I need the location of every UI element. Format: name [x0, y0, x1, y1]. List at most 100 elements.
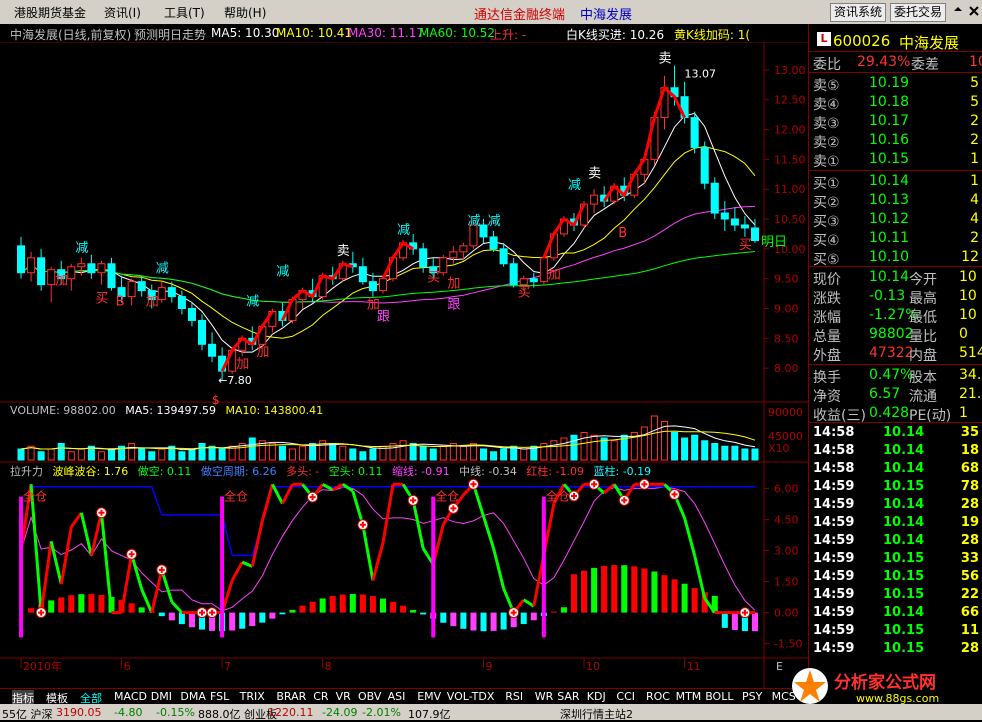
weibi-label: 委比 [813, 57, 841, 73]
tick-row[interactable]: 14:59 10.14 19 [809, 514, 982, 532]
indicator-fast-segment [230, 561, 244, 582]
bid-row[interactable]: 买① 10.14 1 [809, 172, 982, 192]
tick-volume: 33 [960, 551, 979, 566]
indicator-tab-22[interactable]: BOLL [705, 690, 733, 703]
signal-label: 减 [488, 214, 501, 229]
tick-row[interactable]: 14:58 10.14 68 [809, 460, 982, 478]
price-axis: 8.008.509.009.5010.0010.5011.0011.5012.0… [764, 64, 806, 375]
signal-label: 减 [568, 178, 581, 193]
ask-label: 卖④ [813, 97, 840, 113]
indicator-tab-12[interactable]: ASI [388, 690, 406, 703]
ask-row[interactable]: 卖⑤ 10.19 5 [809, 74, 982, 94]
signal-cross-icon [739, 607, 751, 619]
indicator-tab-23[interactable]: PSY [742, 690, 762, 703]
minimize-icon[interactable] [952, 5, 964, 17]
tick-row[interactable]: 14:59 10.15 22 [809, 586, 982, 604]
indicator-tab-9[interactable]: CR [313, 690, 328, 703]
tick-row[interactable]: 14:59 10.15 28 [809, 640, 982, 658]
ind-label-0: 波峰波谷: 1.76 [52, 465, 129, 478]
quote-header: L 600026 中海发展 [809, 28, 982, 52]
tick-row[interactable]: 14:59 10.14 28 [809, 496, 982, 514]
bid-row[interactable]: 买② 10.13 4 [809, 191, 982, 211]
volume-bar [178, 451, 186, 461]
menu-help[interactable]: 帮助(H) [224, 4, 266, 21]
indicator-tab-8[interactable]: BRAR [276, 690, 306, 703]
indicator-tab-15[interactable]: RSI [505, 690, 523, 703]
indicator-tab-10[interactable]: VR [336, 690, 351, 703]
bid-row[interactable]: 买⑤ 10.10 12 [809, 248, 982, 268]
signal-label: 买 [518, 286, 531, 301]
fin-value: 0.47% [869, 367, 914, 383]
app-title: 通达信金融终端 [474, 8, 566, 23]
tick-row[interactable]: 14:59 10.15 33 [809, 550, 982, 568]
indicator-tick-label: 1.50 [774, 576, 799, 589]
trend-overlay [602, 85, 686, 202]
volume-header: VOLUME: 98802.00 MA5: 139497.59 MA10: 14… [10, 404, 323, 417]
indicator-tab-11[interactable]: OBV [358, 690, 381, 703]
bid-row[interactable]: 买③ 10.12 4 [809, 210, 982, 230]
date-tick-label: 11 [687, 660, 701, 673]
indicator-tab-13[interactable]: EMV [417, 690, 441, 703]
menu-info[interactable]: 资讯(I) [104, 4, 141, 21]
tick-row[interactable]: 14:59 10.15 56 [809, 568, 982, 586]
tick-row[interactable]: 14:59 10.15 11 [809, 622, 982, 640]
fin-value: 0.428 [869, 405, 910, 421]
menu-futures[interactable]: 港股期货基金 [14, 4, 86, 21]
ask-row[interactable]: 卖② 10.16 2 [809, 131, 982, 151]
indicator-tick-label: 6.00 [774, 482, 799, 495]
indicator-histogram-bar [58, 597, 65, 613]
stat-row: 外盘 47322 内盘 514 [809, 344, 982, 364]
tick-price: 10.14 [883, 443, 925, 458]
tick-time: 14:58 [813, 425, 855, 440]
tick-row[interactable]: 14:58 10.14 35 [809, 424, 982, 442]
chart-header: 中海发展(日线,前复权) 预测明日走势 MA5: 10.30 MA10: 10.… [0, 24, 808, 42]
kline-chart[interactable]: 8.008.509.009.5010.0010.5011.0011.5012.0… [0, 42, 808, 688]
volume-bar [37, 451, 45, 461]
indicator-histogram-bar [721, 612, 728, 628]
indicator-tab-19[interactable]: CCI [616, 690, 635, 703]
weibi-value: 29.43% [857, 54, 911, 70]
stock-name: 中海发展 [899, 34, 960, 52]
bid-price: 10.12 [869, 211, 910, 227]
signal-label: 减 [397, 223, 410, 238]
signal-cross-icon [95, 507, 107, 519]
indicator-tab-16[interactable]: WR [535, 690, 554, 703]
indicator-tab-21[interactable]: MTM [676, 690, 702, 703]
volume-bar [148, 451, 156, 461]
indicator-tab-6[interactable]: FSL [210, 690, 229, 703]
stat-row: 总量 98802 量比 0 [809, 325, 982, 345]
candle-body [358, 266, 367, 283]
site-watermark: 分析家公式网 www.88gs.com [788, 664, 980, 708]
tick-row[interactable]: 14:59 10.14 66 [809, 604, 982, 622]
price-tick-label: 11.00 [774, 183, 806, 196]
indicator-fast-segment [70, 511, 83, 528]
ask-row[interactable]: 卖① 10.15 1 [809, 150, 982, 170]
tick-row[interactable]: 14:59 10.14 28 [809, 532, 982, 550]
tick-row[interactable]: 14:58 10.14 18 [809, 442, 982, 460]
indicator-tab-17[interactable]: SAR [557, 690, 579, 703]
ask-row[interactable]: 卖③ 10.17 2 [809, 112, 982, 132]
fin-row: 净资 6.57 流通 21.1 [809, 385, 982, 405]
indicator-tab-3[interactable]: MACD [114, 690, 147, 703]
candle-body [720, 212, 729, 220]
tick-row[interactable]: 14:59 10.15 78 [809, 478, 982, 496]
full-position-label: 全仓 [224, 489, 248, 504]
candle-body [378, 278, 387, 292]
ask-row[interactable]: 卖④ 10.18 5 [809, 93, 982, 113]
close-icon[interactable] [968, 5, 980, 17]
volume-bar [570, 434, 578, 461]
indicator-tab-20[interactable]: ROC [646, 690, 670, 703]
date-tick-label: 8 [325, 660, 332, 673]
menu-tools[interactable]: 工具(T) [164, 4, 205, 21]
tick-time: 14:58 [813, 443, 855, 458]
indicator-tab-14[interactable]: VOL-TDX [447, 690, 495, 703]
indicator-tab-18[interactable]: KDJ [587, 690, 606, 703]
stat-value: 47322 [869, 345, 914, 361]
info-system-button[interactable]: 资讯系统 [830, 3, 887, 22]
indicator-tab-4[interactable]: DMI [151, 690, 172, 703]
indicator-tab-7[interactable]: TRIX [240, 690, 265, 703]
bid-row[interactable]: 买④ 10.11 2 [809, 229, 982, 249]
indicator-histogram-bar [158, 612, 165, 617]
trade-button[interactable]: 委托交易 [890, 3, 947, 22]
indicator-tab-5[interactable]: DMA [180, 690, 206, 703]
